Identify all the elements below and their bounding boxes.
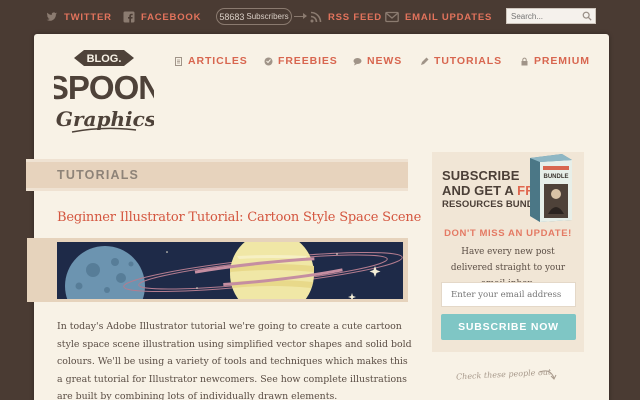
rss-label: RSS FEED: [328, 11, 382, 23]
article-title-link[interactable]: Beginner Illustrator Tutorial: Cartoon S…: [57, 210, 421, 225]
twitter-bird-icon: [46, 11, 58, 23]
logo-top-text: BLOG.: [87, 53, 122, 65]
twitter-label: TWITTER: [64, 11, 112, 23]
gift-icon: [264, 57, 273, 66]
facebook-link[interactable]: FACEBOOK: [123, 9, 201, 25]
rss-icon: [310, 11, 322, 23]
rss-feed-link[interactable]: RSS FEED: [310, 9, 382, 25]
logo-script-text: Graphics: [56, 107, 154, 131]
top-bar: TWITTER FACEBOOK 58683 Subscribers RSS F…: [0, 0, 640, 34]
article-hero-image[interactable]: [27, 238, 408, 302]
nav-premium[interactable]: PREMIUM: [520, 54, 590, 68]
section-banner: TUTORIALS: [26, 159, 408, 191]
nav-news[interactable]: NEWS: [353, 54, 402, 68]
space-scene-illustration: [57, 242, 403, 299]
bundle-box-graphic: BUNDLE: [530, 154, 572, 222]
subscriber-count-badge: 58683 Subscribers: [216, 8, 292, 25]
facebook-label: FACEBOOK: [141, 11, 202, 23]
pencil-icon: [420, 57, 429, 66]
nav-tutorials[interactable]: TUTORIALS: [420, 54, 502, 68]
nav-tutorials-label: TUTORIALS: [434, 55, 502, 67]
bundle-box-label: BUNDLE: [544, 174, 569, 180]
arrow-icon: [294, 13, 307, 19]
curved-arrow-icon: [539, 370, 557, 380]
promo-line-2a: AND GET A: [442, 183, 518, 198]
search-icon[interactable]: [580, 9, 594, 23]
nav-articles[interactable]: ARTICLES: [174, 54, 248, 68]
facebook-icon: [123, 11, 135, 23]
lock-icon: [520, 57, 529, 66]
document-icon: [174, 56, 183, 66]
logo-main-text: SPOON: [54, 69, 154, 106]
subscribe-now-button[interactable]: SUBSCRIBE NOW: [441, 314, 576, 340]
nav-premium-label: PREMIUM: [534, 55, 590, 67]
logo-graphic: BLOG. SPOON Graphics: [47, 50, 162, 133]
speech-bubble-icon: [353, 57, 362, 66]
email-field[interactable]: [441, 282, 576, 307]
email-updates-link[interactable]: EMAIL UPDATES: [385, 9, 492, 25]
envelope-icon: [385, 11, 399, 23]
section-title: TUTORIALS: [57, 168, 140, 182]
email-updates-label: EMAIL UPDATES: [405, 11, 493, 23]
nav-news-label: NEWS: [367, 55, 403, 67]
article-excerpt: In today's Adobe Illustrator tutorial we…: [57, 321, 412, 400]
subscriber-count: 58683: [219, 11, 245, 22]
site-logo[interactable]: BLOG. SPOON Graphics: [47, 44, 162, 140]
subscriber-label: Subscribers: [246, 12, 289, 21]
nav-freebies[interactable]: FREEBIES: [264, 54, 338, 68]
nav-freebies-label: FREEBIES: [278, 55, 338, 67]
twitter-link[interactable]: TWITTER: [46, 9, 112, 25]
nav-articles-label: ARTICLES: [188, 55, 248, 67]
dont-miss-heading: DON'T MISS AN UPDATE!: [444, 228, 572, 239]
resources-bundle-box[interactable]: BUNDLE: [524, 152, 576, 224]
